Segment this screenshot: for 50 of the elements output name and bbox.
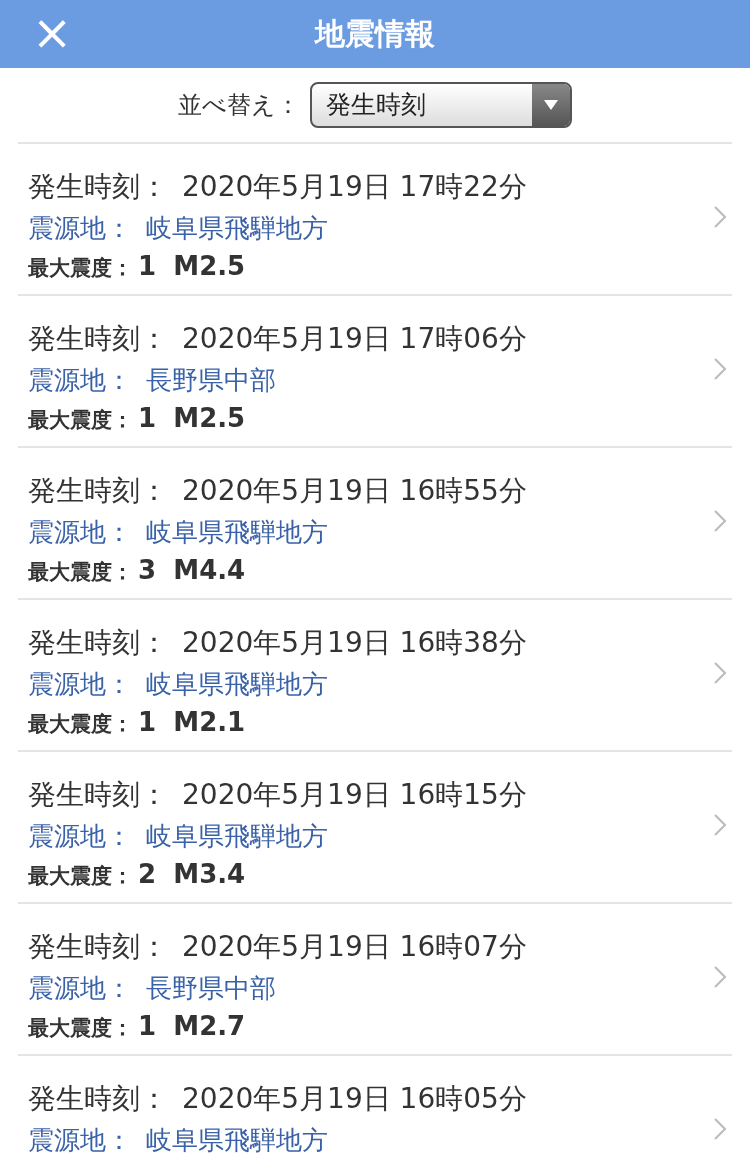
chevron-right-icon: [714, 358, 726, 380]
chevron-right-icon: [714, 206, 726, 228]
max-intensity-label: 最大震度：: [28, 408, 133, 432]
max-intensity-value: 1: [138, 1011, 157, 1041]
occurrence-time: 発生時刻： 2020年5月19日 17時06分: [28, 321, 527, 357]
chevron-right-icon: [714, 510, 726, 532]
occurrence-time: 発生時刻： 2020年5月19日 16時07分: [28, 929, 527, 965]
magnitude-value: M2.5: [173, 251, 246, 281]
earthquake-list-item[interactable]: 発生時刻： 2020年5月19日 16時55分 震源地： 岐阜県飛騨地方 最大震度： 3 M4.4: [18, 448, 732, 600]
chevron-right-icon: [714, 814, 726, 836]
earthquake-list-item[interactable]: 発生時刻： 2020年5月19日 16時07分 震源地： 長野県中部 最大震度： 1 M2.7: [18, 904, 732, 1056]
max-intensity-value: 1: [138, 403, 157, 433]
max-intensity-value: 2: [138, 859, 157, 889]
epicenter: 震源地： 岐阜県飛騨地方: [28, 668, 328, 701]
occurrence-time: 発生時刻： 2020年5月19日 16時15分: [28, 777, 527, 813]
max-intensity-label: 最大震度：: [28, 864, 133, 888]
chevron-right-icon: [714, 966, 726, 988]
max-intensity-label: 最大震度：: [28, 256, 133, 280]
magnitude-value: M3.4: [173, 859, 246, 889]
max-intensity-label: 最大震度：: [28, 1016, 133, 1040]
occurrence-time: 発生時刻： 2020年5月19日 16時38分: [28, 625, 527, 661]
earthquake-list-item[interactable]: 発生時刻： 2020年5月19日 16時15分 震源地： 岐阜県飛騨地方 最大震度： 2 M3.4: [18, 752, 732, 904]
epicenter: 震源地： 岐阜県飛騨地方: [28, 820, 328, 853]
max-intensity-value: 1: [138, 251, 157, 281]
sort-dropdown[interactable]: 発生時刻: [310, 82, 572, 128]
dropdown-triangle-icon: [543, 99, 559, 111]
max-intensity-value: 3: [138, 555, 157, 585]
epicenter: 震源地： 長野県中部: [28, 972, 276, 1005]
epicenter: 震源地： 岐阜県飛騨地方: [28, 212, 328, 245]
page-title: 地震情報: [315, 14, 435, 53]
sort-label: 並べ替え：: [178, 90, 300, 121]
epicenter: 震源地： 岐阜県飛騨地方: [28, 516, 328, 549]
max-intensity-value: 1: [138, 707, 157, 737]
occurrence-time: 発生時刻： 2020年5月19日 16時55分: [28, 473, 527, 509]
chevron-right-icon: [714, 1118, 726, 1140]
chevron-right-icon: [714, 662, 726, 684]
magnitude-value: M4.4: [173, 555, 246, 585]
earthquake-list-item[interactable]: 発生時刻： 2020年5月19日 16時05分 震源地： 岐阜県飛騨地方: [18, 1056, 732, 1176]
occurrence-time: 発生時刻： 2020年5月19日 16時05分: [28, 1081, 527, 1117]
magnitude-value: M2.7: [173, 1011, 246, 1041]
epicenter: 震源地： 岐阜県飛騨地方: [28, 1124, 328, 1157]
earthquake-list-item[interactable]: 発生時刻： 2020年5月19日 16時38分 震源地： 岐阜県飛騨地方 最大震度： 1 M2.1: [18, 600, 732, 752]
magnitude-value: M2.5: [173, 403, 246, 433]
earthquake-list-item[interactable]: 発生時刻： 2020年5月19日 17時22分 震源地： 岐阜県飛騨地方 最大震度： 1 M2.5: [18, 144, 732, 296]
epicenter: 震源地： 長野県中部: [28, 364, 276, 397]
max-intensity-label: 最大震度：: [28, 712, 133, 736]
max-intensity-label: 最大震度：: [28, 560, 133, 584]
earthquake-list-item[interactable]: 発生時刻： 2020年5月19日 17時06分 震源地： 長野県中部 最大震度： 1 M2.5: [18, 296, 732, 448]
magnitude-value: M2.1: [173, 707, 246, 737]
occurrence-time: 発生時刻： 2020年5月19日 17時22分: [28, 169, 527, 205]
